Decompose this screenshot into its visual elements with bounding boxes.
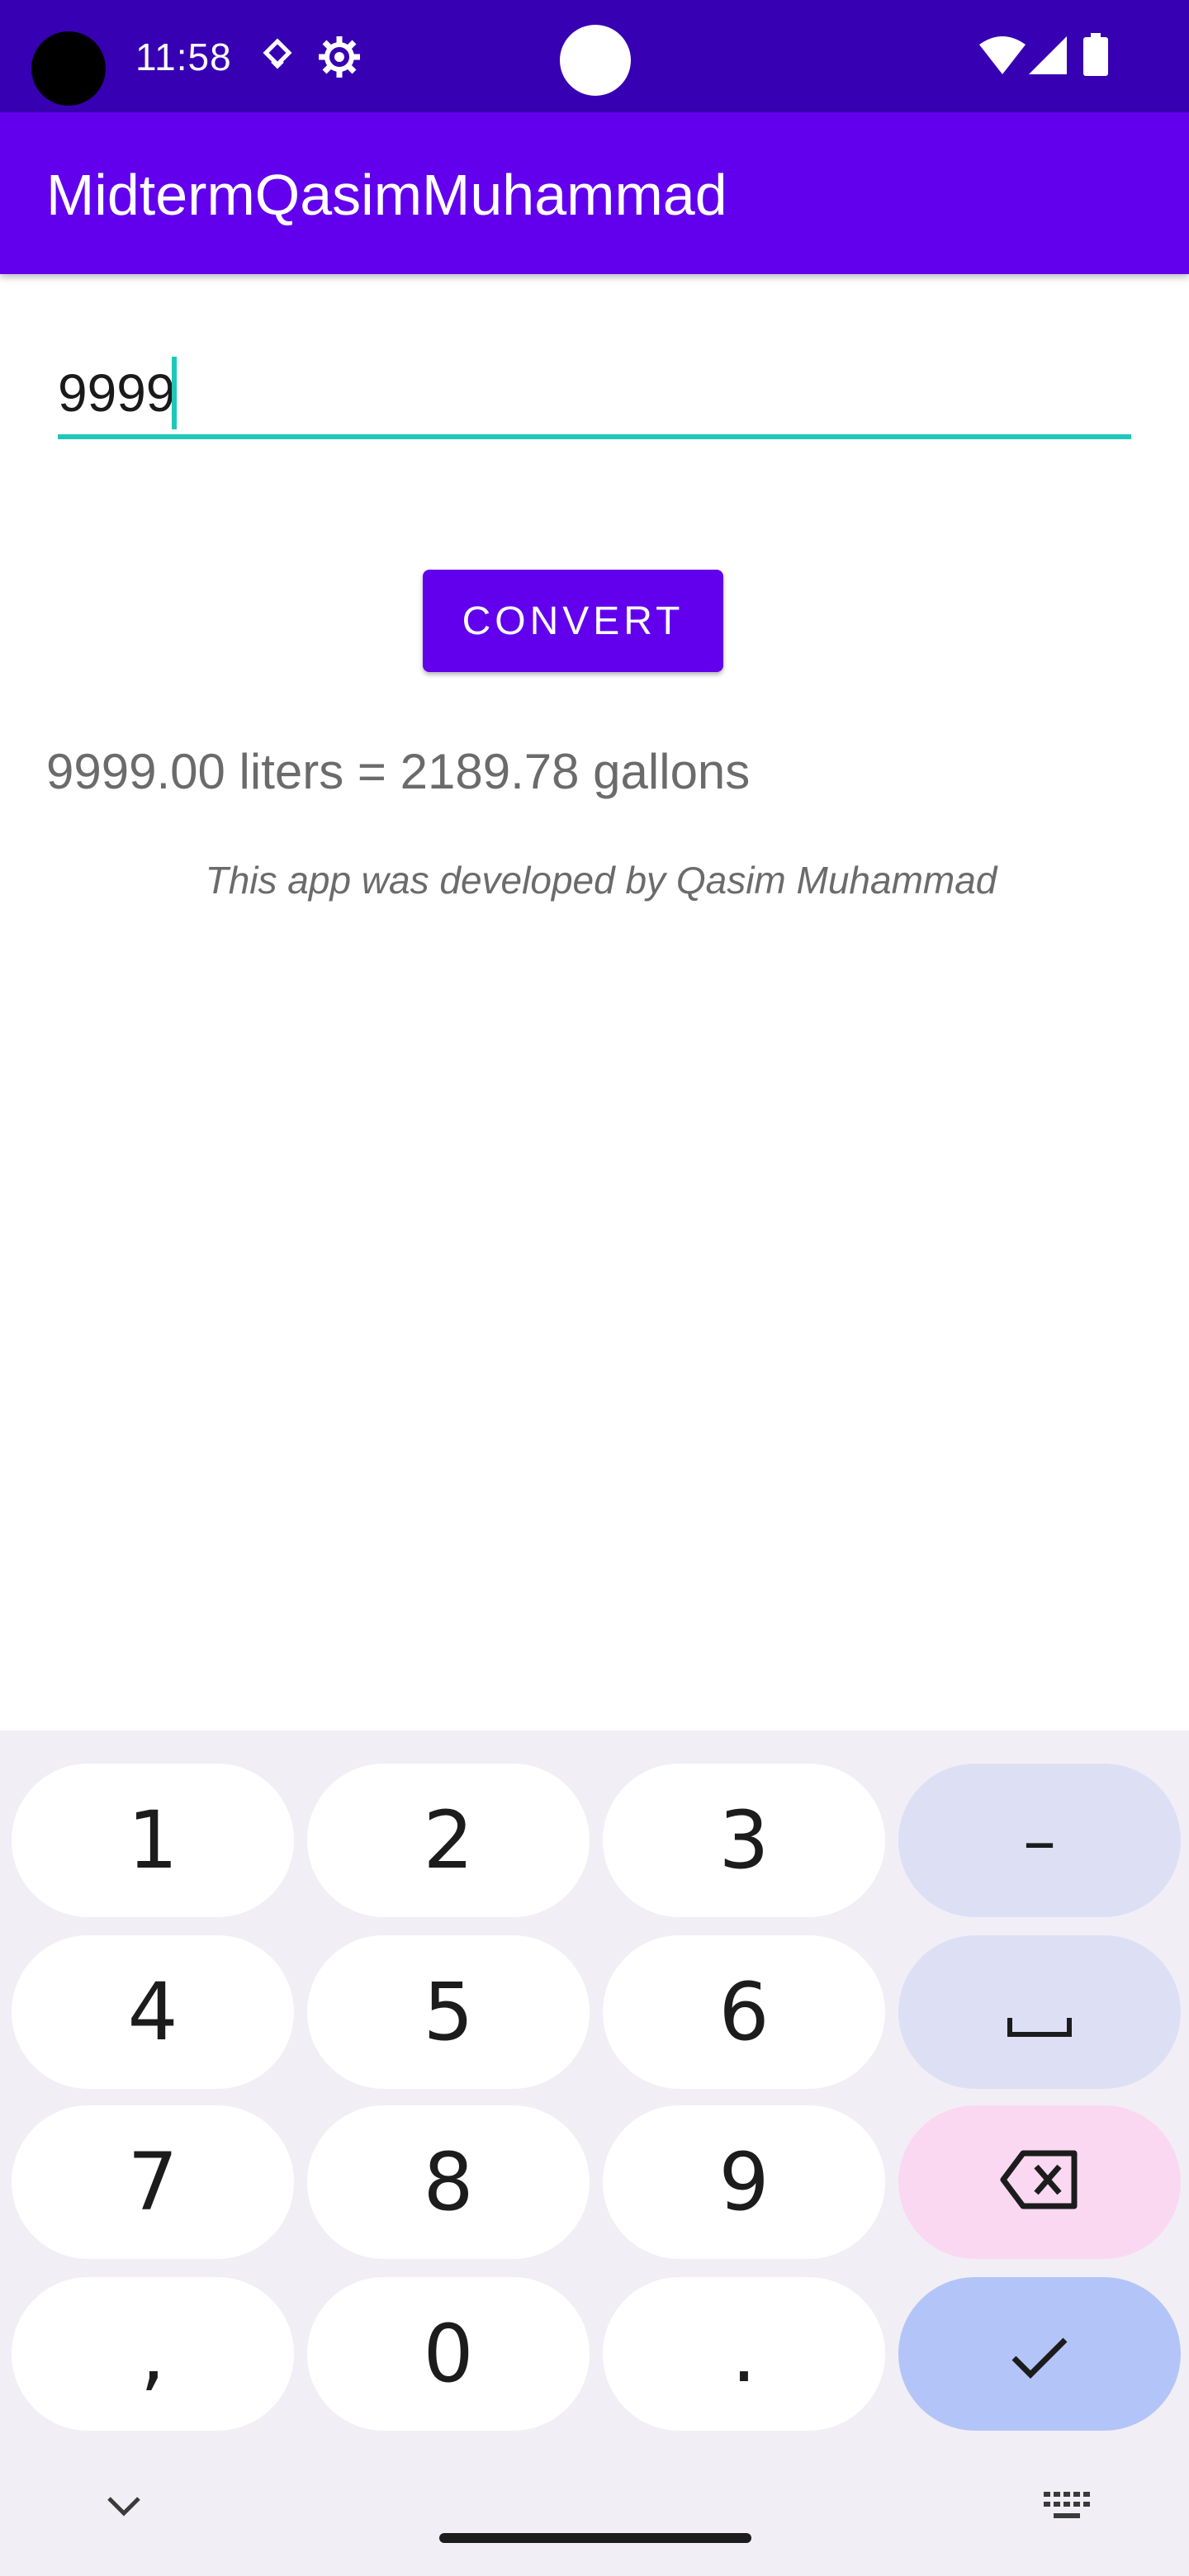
- key-period[interactable]: .: [603, 2277, 885, 2431]
- conversion-result: 9999.00 liters = 2189.78 gallons: [46, 744, 751, 799]
- convert-button[interactable]: CONVERT: [423, 570, 723, 672]
- battery-icon: [1083, 33, 1108, 80]
- developer-credit: This app was developed by Qasim Muhammad: [205, 859, 997, 902]
- key-done[interactable]: [898, 2277, 1181, 2431]
- key-7[interactable]: 7: [12, 2105, 294, 2259]
- key-comma[interactable]: ,: [12, 2277, 294, 2431]
- check-icon: [1011, 2308, 1068, 2400]
- input-underline: [58, 434, 1131, 439]
- wifi-icon: [979, 36, 1026, 78]
- key-1[interactable]: 1: [12, 1764, 294, 1917]
- key-6[interactable]: 6: [603, 1935, 885, 2089]
- key-backspace[interactable]: [898, 2105, 1181, 2259]
- key-minus[interactable]: –: [898, 1764, 1181, 1917]
- key-8-label: 8: [423, 2136, 474, 2228]
- status-bar: 11:58: [0, 0, 1189, 112]
- front-camera-indicator: [560, 25, 631, 96]
- key-minus-label: –: [1023, 1802, 1056, 1879]
- navigation-icon: [261, 38, 294, 80]
- liters-input-field[interactable]: 9999: [58, 347, 1131, 439]
- key-3[interactable]: 3: [603, 1764, 885, 1917]
- liters-input-value[interactable]: 9999: [58, 360, 175, 426]
- key-space[interactable]: [898, 1935, 1181, 2089]
- backspace-icon: [1000, 2136, 1079, 2228]
- key-9[interactable]: 9: [603, 2105, 885, 2259]
- key-9-label: 9: [718, 2136, 770, 2228]
- key-8[interactable]: 8: [307, 2105, 590, 2259]
- key-comma-label: ,: [140, 2308, 166, 2400]
- key-1-label: 1: [127, 1794, 178, 1887]
- key-2-label: 2: [423, 1794, 474, 1887]
- app-bar: MidtermQasimMuhammad: [0, 112, 1189, 274]
- key-6-label: 6: [718, 1966, 770, 2058]
- camera-cutout: [31, 31, 106, 106]
- key-3-label: 3: [718, 1794, 770, 1887]
- key-4-label: 4: [127, 1966, 178, 2058]
- key-5[interactable]: 5: [307, 1935, 590, 2089]
- app-title: MidtermQasimMuhammad: [46, 163, 727, 227]
- key-2[interactable]: 2: [307, 1764, 590, 1917]
- settings-icon: [317, 35, 362, 83]
- text-cursor: [172, 357, 177, 429]
- key-4[interactable]: 4: [12, 1935, 294, 2089]
- key-0-label: 0: [423, 2308, 474, 2400]
- key-7-label: 7: [127, 2136, 178, 2228]
- chevron-down-icon[interactable]: [106, 2495, 142, 2522]
- gesture-home-bar[interactable]: [439, 2533, 751, 2543]
- key-period-label: .: [731, 2308, 757, 2400]
- key-0[interactable]: 0: [307, 2277, 590, 2431]
- key-5-label: 5: [423, 1966, 474, 2058]
- signal-icon: [1029, 36, 1067, 78]
- space-icon: [1007, 1966, 1073, 2058]
- keyboard-icon[interactable]: [1044, 2492, 1090, 2527]
- status-time: 11:58: [135, 36, 232, 78]
